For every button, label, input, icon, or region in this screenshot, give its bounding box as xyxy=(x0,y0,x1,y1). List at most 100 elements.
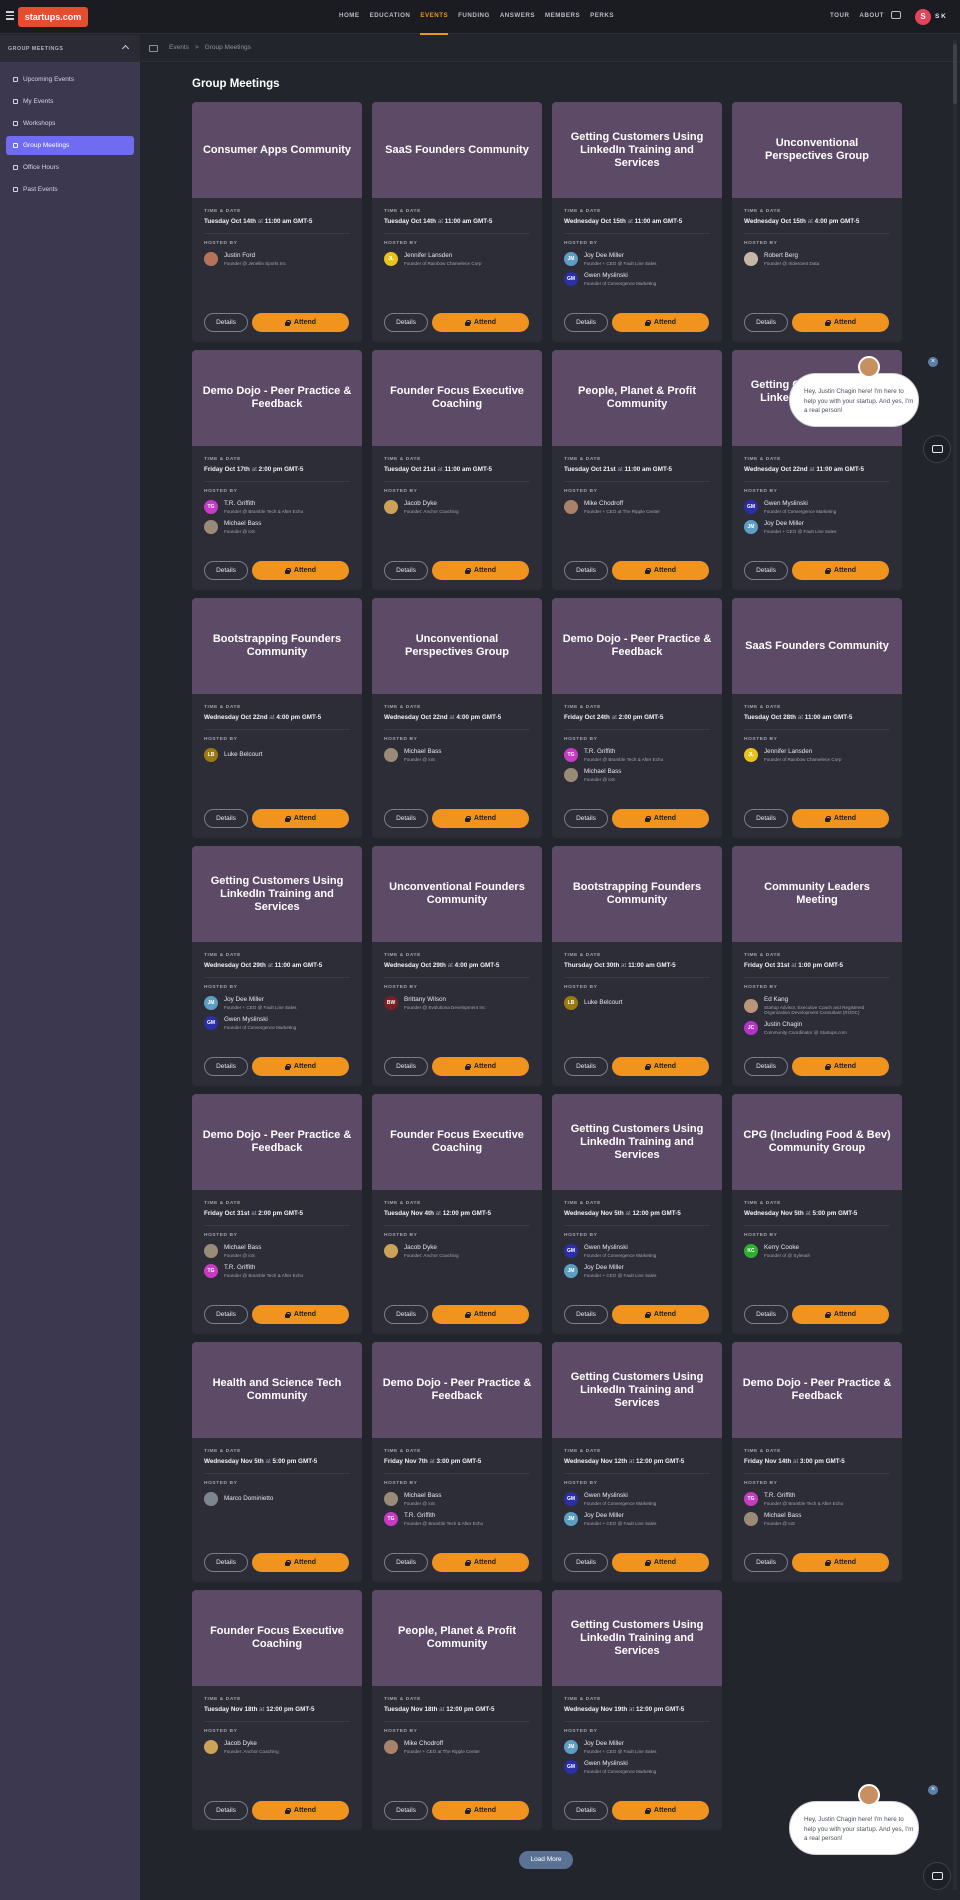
event-card-header[interactable]: Getting Customers Using LinkedIn Trainin… xyxy=(552,1590,722,1686)
details-button[interactable]: Details xyxy=(204,1305,248,1324)
event-card[interactable]: Unconventional Founders Community TIME & … xyxy=(372,846,542,1086)
details-button[interactable]: Details xyxy=(384,1305,428,1324)
event-card-header[interactable]: Demo Dojo - Peer Practice & Feedback xyxy=(372,1342,542,1438)
event-card-header[interactable]: Getting Customers Using LinkedIn Trainin… xyxy=(552,1342,722,1438)
host-name[interactable]: Michael Bass xyxy=(224,520,261,527)
host-name[interactable]: Kerry Cooke xyxy=(764,1244,810,1251)
nav-about[interactable]: ABOUT xyxy=(859,12,884,19)
event-card-header[interactable]: Getting Customers Using LinkedIn Trainin… xyxy=(552,1094,722,1190)
event-card-header[interactable]: Unconventional Perspectives Group xyxy=(372,598,542,694)
details-button[interactable]: Details xyxy=(204,809,248,828)
event-card[interactable]: Demo Dojo - Peer Practice & Feedback TIME… xyxy=(192,350,362,590)
event-card-header[interactable]: SaaS Founders Community xyxy=(372,102,542,198)
host-name[interactable]: Joy Dee Miller xyxy=(764,520,836,527)
nav-events[interactable]: EVENTS xyxy=(420,12,448,35)
details-button[interactable]: Details xyxy=(204,313,248,332)
attend-button[interactable]: Attend xyxy=(252,809,349,828)
details-button[interactable]: Details xyxy=(204,1801,248,1820)
startups-logo[interactable]: startups.com xyxy=(18,7,88,27)
event-card[interactable]: Demo Dojo - Peer Practice & Feedback TIME… xyxy=(192,1094,362,1334)
details-button[interactable]: Details xyxy=(564,1057,608,1076)
nav-perks[interactable]: PERKS xyxy=(590,12,614,30)
host-name[interactable]: Joy Dee Miller xyxy=(224,996,296,1003)
event-card-header[interactable]: Founder Focus Executive Coaching xyxy=(372,350,542,446)
attend-button[interactable]: Attend xyxy=(792,313,889,332)
event-card[interactable]: Demo Dojo - Peer Practice & Feedback TIME… xyxy=(372,1342,542,1582)
event-card-header[interactable]: Unconventional Perspectives Group xyxy=(732,102,902,198)
attend-button[interactable]: Attend xyxy=(432,313,529,332)
attend-button[interactable]: Attend xyxy=(432,1553,529,1572)
host-name[interactable]: Luke Belcourt xyxy=(584,999,623,1006)
host-name[interactable]: Justin Chagin xyxy=(764,1021,847,1028)
user-initials[interactable]: S K xyxy=(935,13,946,20)
attend-button[interactable]: Attend xyxy=(612,809,709,828)
event-card[interactable]: Health and Science Tech Community TIME & … xyxy=(192,1342,362,1582)
sidebar-item-workshops[interactable]: Workshops xyxy=(6,114,134,133)
nav-answers[interactable]: ANSWERS xyxy=(500,12,535,30)
host-name[interactable]: Gwen Myslinski xyxy=(584,1244,656,1251)
event-card-header[interactable]: Community Leaders Meeting xyxy=(732,846,902,942)
event-card-header[interactable]: Bootstrapping Founders Community xyxy=(192,598,362,694)
details-button[interactable]: Details xyxy=(744,313,788,332)
attend-button[interactable]: Attend xyxy=(612,1553,709,1572)
host-name[interactable]: Jennifer Lansden xyxy=(764,748,841,755)
attend-button[interactable]: Attend xyxy=(792,1057,889,1076)
host-name[interactable]: Joy Dee Miller xyxy=(584,1264,656,1271)
event-card-header[interactable]: Health and Science Tech Community xyxy=(192,1342,362,1438)
attend-button[interactable]: Attend xyxy=(792,1553,889,1572)
host-name[interactable]: T.R. Griffith xyxy=(584,748,663,755)
host-name[interactable]: Justin Ford xyxy=(224,252,286,259)
host-name[interactable]: Gwen Myslinski xyxy=(224,1016,296,1023)
host-name[interactable]: Gwen Myslinski xyxy=(584,1760,656,1767)
event-card[interactable]: SaaS Founders Community TIME & DATE Tuesda… xyxy=(732,598,902,838)
event-card[interactable]: Founder Focus Executive Coaching TIME & D… xyxy=(372,350,542,590)
event-card[interactable]: Founder Focus Executive Coaching TIME & D… xyxy=(192,1590,362,1830)
host-name[interactable]: Luke Belcourt xyxy=(224,751,263,758)
attend-button[interactable]: Attend xyxy=(432,1305,529,1324)
chat-close-button-2[interactable]: × xyxy=(928,1785,938,1795)
host-name[interactable]: Ed Kang xyxy=(764,996,890,1003)
event-card-header[interactable]: Getting Customers Using LinkedIn Trainin… xyxy=(192,846,362,942)
event-card-header[interactable]: SaaS Founders Community xyxy=(732,598,902,694)
host-name[interactable]: Jacob Dyke xyxy=(224,1740,279,1747)
event-card-header[interactable]: People, Planet & Profit Community xyxy=(552,350,722,446)
details-button[interactable]: Details xyxy=(564,1801,608,1820)
details-button[interactable]: Details xyxy=(564,313,608,332)
details-button[interactable]: Details xyxy=(744,561,788,580)
event-card[interactable]: Demo Dojo - Peer Practice & Feedback TIME… xyxy=(732,1342,902,1582)
details-button[interactable]: Details xyxy=(744,1057,788,1076)
attend-button[interactable]: Attend xyxy=(612,1801,709,1820)
host-name[interactable]: Michael Bass xyxy=(224,1244,261,1251)
nav-tour[interactable]: TOUR xyxy=(830,12,849,19)
sidebar-item-office-hours[interactable]: Office Hours xyxy=(6,158,134,177)
event-card[interactable]: Getting Customers Using LinkedIn Trainin… xyxy=(192,846,362,1086)
attend-button[interactable]: Attend xyxy=(432,1801,529,1820)
host-name[interactable]: T.R. Griffith xyxy=(224,500,303,507)
event-card-header[interactable]: Founder Focus Executive Coaching xyxy=(372,1094,542,1190)
details-button[interactable]: Details xyxy=(384,561,428,580)
event-card-header[interactable]: Demo Dojo - Peer Practice & Feedback xyxy=(552,598,722,694)
attend-button[interactable]: Attend xyxy=(252,1057,349,1076)
host-name[interactable]: Joy Dee Miller xyxy=(584,252,656,259)
host-name[interactable]: T.R. Griffith xyxy=(224,1264,303,1271)
event-card-header[interactable]: Consumer Apps Community xyxy=(192,102,362,198)
event-card-header[interactable]: Bootstrapping Founders Community xyxy=(552,846,722,942)
event-card-header[interactable]: People, Planet & Profit Community xyxy=(372,1590,542,1686)
load-more-button[interactable]: Load More xyxy=(519,1851,573,1869)
scrollbar-thumb[interactable] xyxy=(953,44,957,104)
event-card-header[interactable]: Founder Focus Executive Coaching xyxy=(192,1590,362,1686)
event-card[interactable]: SaaS Founders Community TIME & DATE Tuesda… xyxy=(372,102,542,342)
breadcrumb-events[interactable]: Events xyxy=(169,44,189,51)
attend-button[interactable]: Attend xyxy=(612,561,709,580)
chat-close-button[interactable]: × xyxy=(928,357,938,367)
details-button[interactable]: Details xyxy=(564,561,608,580)
details-button[interactable]: Details xyxy=(384,1553,428,1572)
host-name[interactable]: Robert Berg xyxy=(764,252,819,259)
event-card[interactable]: People, Planet & Profit Community TIME & … xyxy=(372,1590,542,1830)
event-card[interactable]: People, Planet & Profit Community TIME & … xyxy=(552,350,722,590)
event-card[interactable]: Unconventional Perspectives Group TIME & … xyxy=(732,102,902,342)
event-card-header[interactable]: CPG (Including Food & Bev) Community Gro… xyxy=(732,1094,902,1190)
event-card-header[interactable]: Demo Dojo - Peer Practice & Feedback xyxy=(192,350,362,446)
details-button[interactable]: Details xyxy=(384,1801,428,1820)
host-name[interactable]: Jacob Dyke xyxy=(404,1244,459,1251)
